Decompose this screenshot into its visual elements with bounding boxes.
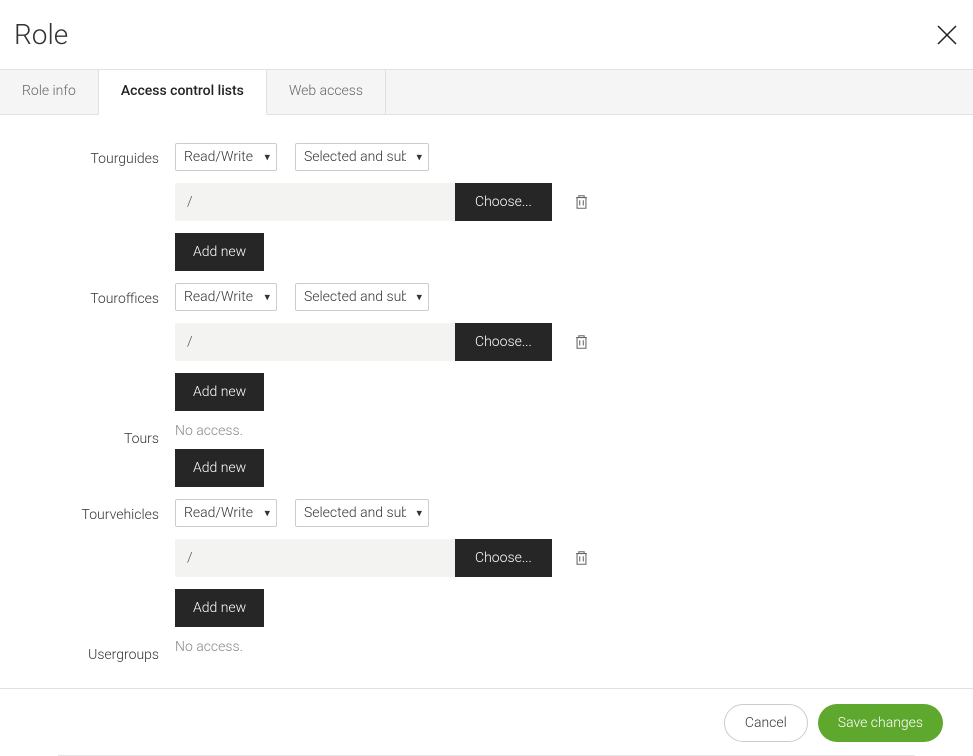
modal-footer: Cancel Save changes xyxy=(0,688,973,756)
modal-title: Role xyxy=(14,18,68,51)
acl-label: Tourvehicles xyxy=(0,499,175,523)
acl-section-tours: Tours No access. Add new xyxy=(0,417,973,493)
scope-select[interactable]: Selected and sub items xyxy=(295,143,429,171)
add-new-button[interactable]: Add new xyxy=(175,449,264,487)
permission-select[interactable]: Read/Write xyxy=(175,143,277,171)
acl-label: Touroffices xyxy=(0,283,175,307)
cancel-button[interactable]: Cancel xyxy=(724,704,808,742)
choose-button[interactable]: Choose... xyxy=(455,323,552,361)
save-button[interactable]: Save changes xyxy=(818,704,943,742)
add-new-button[interactable]: Add new xyxy=(175,373,264,411)
choose-button[interactable]: Choose... xyxy=(455,183,552,221)
tabs-bar: Role info Access control lists Web acces… xyxy=(0,70,973,115)
no-access-text: No access. xyxy=(175,639,973,655)
path-input[interactable] xyxy=(175,183,455,221)
permission-select[interactable]: Read/Write xyxy=(175,283,277,311)
acl-label: Tours xyxy=(0,423,175,447)
tab-web-access[interactable]: Web access xyxy=(267,70,386,114)
add-new-button[interactable]: Add new xyxy=(175,589,264,627)
trash-icon[interactable] xyxy=(574,194,589,210)
trash-icon[interactable] xyxy=(574,550,589,566)
modal-content: Tourguides Read/Write Selected and sub i… xyxy=(0,115,973,688)
acl-label: Tourguides xyxy=(0,143,175,167)
acl-section-tourguides: Tourguides Read/Write Selected and sub i… xyxy=(0,137,973,277)
path-input[interactable] xyxy=(175,539,455,577)
acl-section-tourvehicles: Tourvehicles Read/Write Selected and sub… xyxy=(0,493,973,633)
no-access-text: No access. xyxy=(175,423,973,439)
close-icon[interactable] xyxy=(935,23,959,47)
add-new-button[interactable]: Add new xyxy=(175,233,264,271)
tab-role-info[interactable]: Role info xyxy=(0,70,99,114)
acl-controls: No access. xyxy=(175,639,973,665)
path-input[interactable] xyxy=(175,323,455,361)
acl-controls: Read/Write Selected and sub items Choose… xyxy=(175,499,973,627)
acl-controls: Read/Write Selected and sub items Choose… xyxy=(175,283,973,411)
modal-header: Role xyxy=(0,0,973,70)
trash-icon[interactable] xyxy=(574,334,589,350)
choose-button[interactable]: Choose... xyxy=(455,539,552,577)
acl-section-touroffices: Touroffices Read/Write Selected and sub … xyxy=(0,277,973,417)
acl-controls: Read/Write Selected and sub items Choose… xyxy=(175,143,973,271)
scope-select[interactable]: Selected and sub items xyxy=(295,283,429,311)
permission-select[interactable]: Read/Write xyxy=(175,499,277,527)
acl-controls: No access. Add new xyxy=(175,423,973,487)
acl-section-usergroups: Usergroups No access. xyxy=(0,633,973,671)
tab-access-control-lists[interactable]: Access control lists xyxy=(99,70,267,115)
acl-label: Usergroups xyxy=(0,639,175,663)
scope-select[interactable]: Selected and sub items xyxy=(295,499,429,527)
